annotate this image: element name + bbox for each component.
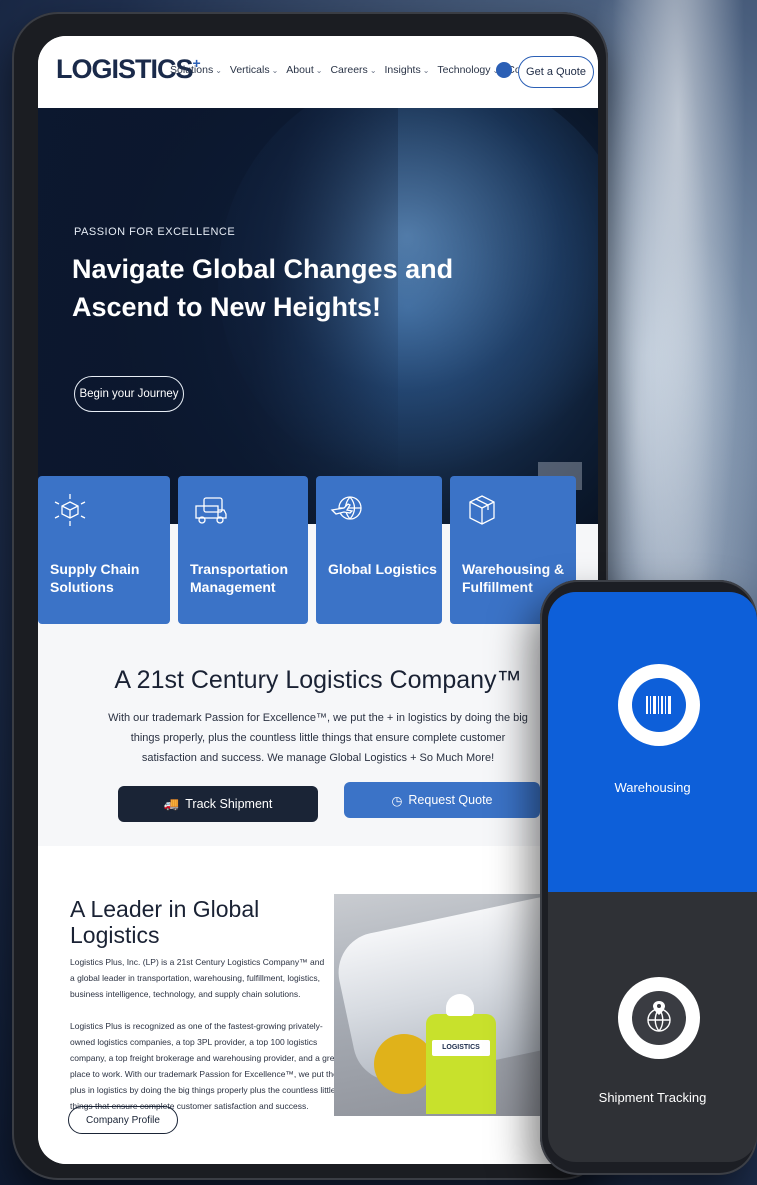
shipment-tracking-button[interactable] [618,977,700,1059]
chevron-down-icon: ⌄ [215,66,222,75]
language-globe-icon[interactable] [496,62,512,78]
track-shipment-button[interactable]: 🚚 Track Shipment [118,786,318,822]
barcode-icon [646,696,671,714]
hero-headline: Navigate Global Changes and Ascend to Ne… [72,254,454,322]
chevron-down-icon: ⌄ [271,66,279,75]
truck-icon: 🚚 [163,796,180,811]
section-body: With our trademark Passion for Excellenc… [108,712,528,764]
nav-item-about[interactable]: About ⌄ [286,64,322,76]
card-label: Transportation Management [190,561,289,595]
card-transportation[interactable]: Transportation Management [178,476,308,624]
card-global-logistics[interactable]: Global Logistics [316,476,442,624]
hero-kicker: PASSION FOR EXCELLENCE [74,226,236,238]
globe-pin-icon [647,1001,671,1032]
service-cards: Supply Chain Solutions Transportation Ma… [38,476,598,626]
begin-journey-button[interactable]: Begin your Journey [74,376,184,412]
phone-screen: Warehousing Shipment Tracking [548,592,757,1162]
tablet-screen: LOGISTICS+ Solutions ⌄ Verticals ⌄ About ⌄ … [38,36,598,1164]
nav-item-verticals[interactable]: Verticals ⌄ [230,64,278,76]
section-title-leader: A Leader in Global Logistics [70,896,260,948]
phone-device: Warehousing Shipment Tracking [540,580,757,1175]
chevron-down-icon: ⌄ [315,66,323,75]
vest-logo: LOGISTICS [432,1040,490,1056]
plane-globe-icon [330,496,362,520]
cube-network-icon [54,494,86,526]
chevron-down-icon: ⌄ [422,66,430,75]
tablet-device: LOGISTICS+ Solutions ⌄ Verticals ⌄ About ⌄ … [12,12,608,1180]
nav-item-solutions[interactable]: Solutions ⌄ [170,64,222,76]
request-quote-button[interactable]: ◷ Request Quote [344,782,540,818]
warehousing-button[interactable] [618,664,700,746]
warehousing-label: Warehousing [614,780,691,795]
hero-banner: PASSION FOR EXCELLENCE Navigate Global C… [38,108,598,524]
nav-item-technology[interactable]: Technology⌄ [437,64,499,76]
leader-section: A Leader in Global Logistics Logistics P… [38,846,598,1164]
section-paragraph-2: Logistics Plus is recognized as one of t… [70,1021,342,1111]
card-label: Supply Chain Solutions [50,561,140,595]
nav-item-careers[interactable]: Careers ⌄ [330,64,376,76]
truck-icon [195,497,227,524]
box-icon [469,495,495,525]
section-paragraph-1: Logistics Plus, Inc. (LP) is a 21st Cent… [70,957,325,999]
card-supply-chain[interactable]: Supply Chain Solutions [38,476,170,624]
company-profile-button[interactable]: Company Profile [68,1106,178,1134]
card-label: Global Logistics [328,561,437,577]
shipment-tracking-label: Shipment Tracking [598,1090,707,1105]
get-a-quote-button[interactable]: Get a Quote [518,56,594,88]
section-title-21st-century: A 21st Century Logistics Company™ [114,666,522,694]
top-navigation: LOGISTICS+ Solutions ⌄ Verticals ⌄ About ⌄ … [38,36,598,108]
clock-icon: ◷ [391,793,403,808]
nav-item-insights[interactable]: Insights ⌄ [385,64,430,76]
chevron-down-icon: ⌄ [369,66,377,75]
